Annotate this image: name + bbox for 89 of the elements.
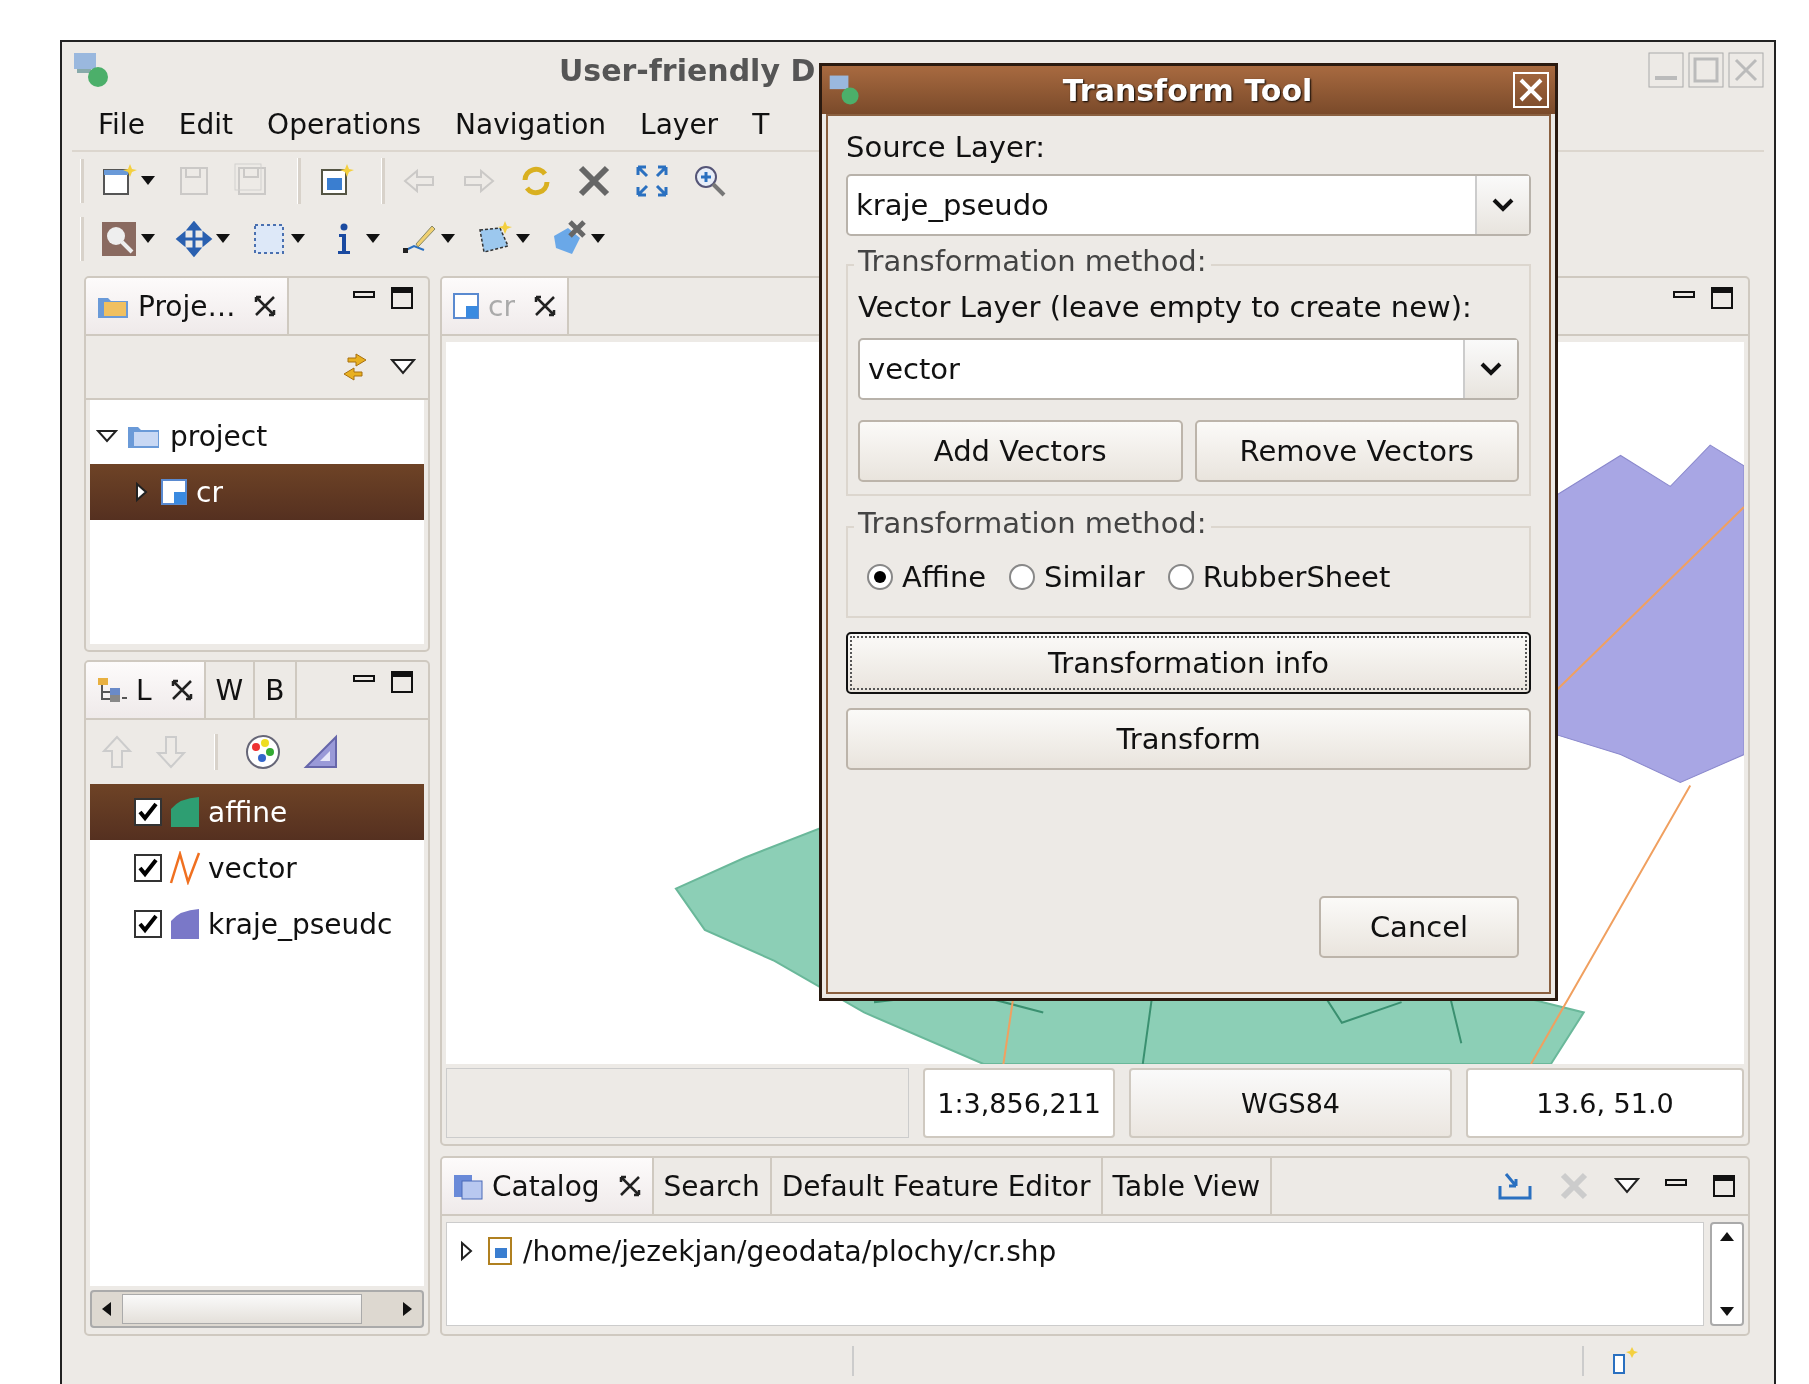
tab-label: Search [663,1169,760,1203]
cancel-button[interactable]: Cancel [1319,896,1519,958]
tree-item-label: cr [196,475,223,509]
chevron-down-icon[interactable] [1491,197,1515,213]
tree-row[interactable]: cr [90,464,424,520]
menu-item[interactable]: Operations [267,107,422,141]
tab-label: Catalog [492,1169,600,1203]
panel-tab[interactable]: Proje… [86,278,290,334]
radio-button[interactable] [1166,563,1195,591]
dropdown-caret-icon[interactable] [291,234,305,244]
palette-icon[interactable] [244,733,282,771]
menu-item[interactable]: Edit [178,107,234,141]
dropdown-caret-icon[interactable] [591,234,605,244]
maximize-icon[interactable] [390,670,414,694]
radio-button[interactable] [866,563,894,591]
layer-name: vector [208,851,297,885]
tab-label: cr [488,289,515,323]
scrollbar-thumb[interactable] [122,1294,362,1324]
source-layer-dropdown[interactable]: kraje_pseudo [846,174,1531,236]
dropdown-caret-icon[interactable] [441,234,455,244]
maximize-icon[interactable] [390,286,414,310]
tree-item[interactable]: project [170,419,268,453]
dialog-button[interactable]: Remove Vectors [1194,420,1519,482]
menu-item[interactable]: Layer [640,107,719,141]
dropdown-caret-icon[interactable] [366,234,380,244]
vector-layer-dropdown[interactable]: vector [858,338,1519,400]
dialog-button[interactable]: Transformation info [846,632,1531,694]
radio-label[interactable]: RubberSheet [1202,560,1391,594]
scale-field: 1:3,856,211 [923,1068,1115,1138]
tab-label: Default Feature Editor [781,1169,1091,1203]
layer-name: kraje_pseudc [208,907,393,941]
dropdown-caret-icon[interactable] [141,234,155,244]
view-menu-icon[interactable] [1614,1177,1640,1195]
layer-row[interactable]: affine [90,784,424,840]
panel-tab[interactable]: Catalog [442,1158,654,1214]
field-label: Vector Layer (leave empty to create new): [858,289,1473,326]
layer-row[interactable]: kraje_pseudc [90,896,424,952]
panel-tab[interactable]: Default Feature Editor [771,1158,1103,1214]
maximize-icon[interactable] [1712,1174,1736,1198]
close-icon[interactable] [617,1174,642,1198]
tab-label: B [265,673,285,707]
panel-tab[interactable]: Table View [1102,1158,1273,1214]
pan-icon[interactable] [175,220,213,258]
panel-tab[interactable]: L [86,662,206,718]
horizontal-scrollbar[interactable] [90,1290,424,1328]
magnifier-icon[interactable] [100,220,138,258]
map-icon [160,478,188,506]
layer-row[interactable]: vector [90,840,424,896]
crs-button[interactable]: WGS84 [1129,1068,1452,1138]
checkbox[interactable] [134,854,162,882]
checkbox[interactable] [134,798,162,826]
tab-label: W [215,673,244,707]
map-icon [452,292,480,320]
maximize-icon[interactable] [1710,286,1734,310]
radio-label[interactable]: Affine [902,560,987,594]
dropdown-caret-icon[interactable] [141,176,155,186]
chevron-down-icon[interactable] [1479,361,1503,377]
import-icon[interactable] [1496,1170,1534,1202]
tab-label: Proje… [138,289,236,323]
dropdown-caret-icon[interactable] [216,234,230,244]
panel-tab[interactable]: B [255,662,297,718]
view-menu-icon[interactable] [390,358,416,376]
catalog-item[interactable]: /home/jezekjan/geodata/plochy/cr.shp [523,1234,1057,1268]
dialog-button[interactable]: Transform [846,708,1531,770]
layers-tree-icon [96,676,128,704]
vertical-scrollbar[interactable] [1710,1222,1744,1326]
close-icon[interactable] [169,678,194,702]
radio-button[interactable] [1008,563,1037,591]
triangle-ruler-icon[interactable] [302,733,340,771]
checkbox[interactable] [134,910,162,938]
menu-item[interactable]: File [98,107,145,141]
window-title: User-friendly D [559,52,816,88]
dialog-title: Transform Tool [1061,72,1314,108]
panel-tab[interactable]: Search [653,1158,772,1214]
menu-item[interactable]: T [752,107,770,141]
panel-tab[interactable]: W [205,662,256,718]
close-icon[interactable] [532,294,557,318]
field-label: Source Layer: [846,129,1046,166]
layer-name: affine [208,795,288,829]
close-icon[interactable] [253,294,278,318]
file-icon [487,1236,513,1266]
menu-item[interactable]: Navigation [455,107,607,141]
radio-label[interactable]: Similar [1044,560,1145,594]
dropdown-caret-icon[interactable] [516,234,530,244]
dialog-button[interactable]: Add Vectors [858,420,1183,482]
app-icon [828,73,862,107]
tab-label: L [136,673,152,707]
coordinates-field: 13.6, 51.0 [1466,1068,1744,1138]
tab-label: Table View [1112,1169,1261,1203]
